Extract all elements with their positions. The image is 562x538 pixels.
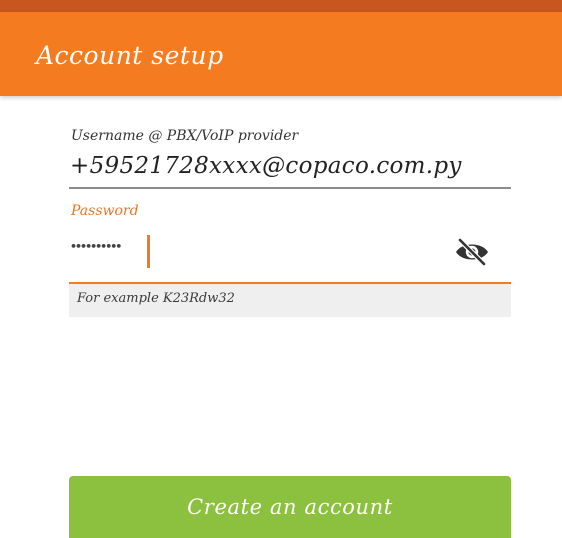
text-cursor (147, 235, 150, 268)
create-account-button[interactable]: Create an account (69, 476, 511, 538)
hint-text: For example K23Rdw32 (77, 291, 235, 306)
status-bar (0, 0, 562, 12)
page-title: Account setup (36, 41, 224, 70)
eye-off-icon[interactable] (454, 237, 490, 267)
password-hint: For example K23Rdw32 (69, 284, 511, 317)
username-field[interactable]: +59521728xxxx@copaco.com.py (70, 153, 462, 179)
username-label: Username @ PBX/VoIP provider (71, 128, 299, 144)
password-field[interactable]: •••••••••• (70, 240, 122, 253)
username-underline (69, 187, 511, 189)
password-label: Password (71, 203, 139, 219)
app-bar: Account setup (0, 12, 562, 96)
